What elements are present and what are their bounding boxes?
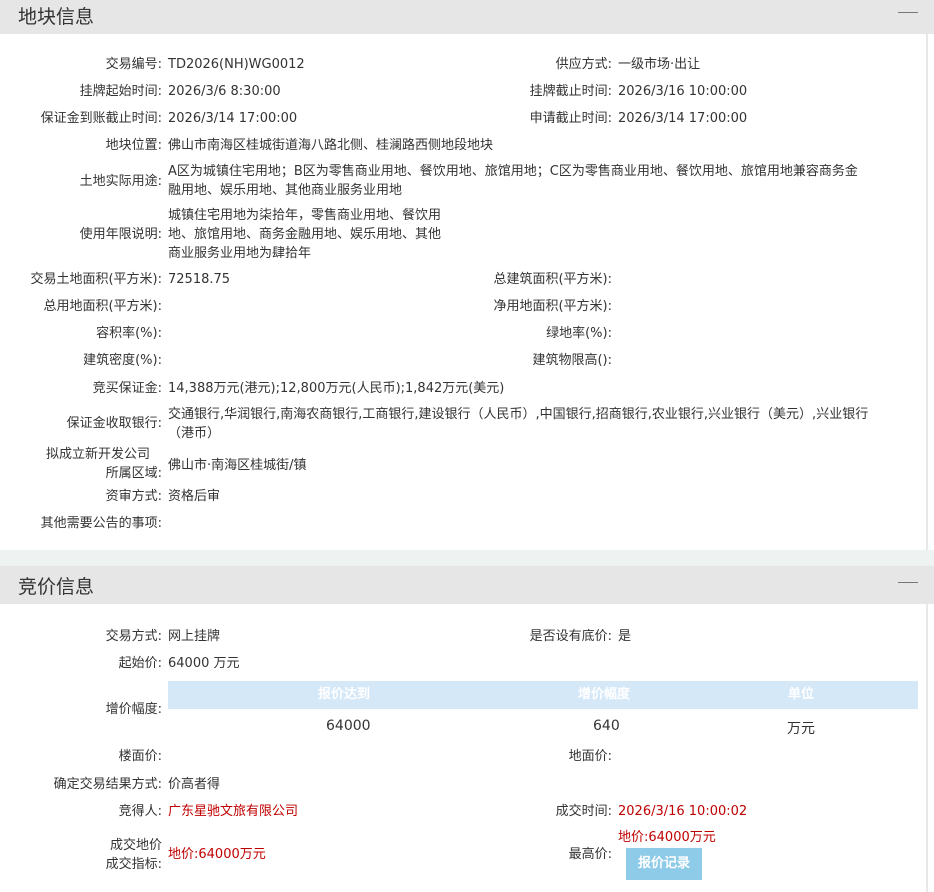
land-area-label: 交易土地面积(平方米): <box>30 272 162 287</box>
list-end-label: 挂牌截止时间: <box>529 84 612 99</box>
table-cell-price: 64000 <box>326 718 371 734</box>
reserve-price-label: 是否设有底价: <box>529 629 612 644</box>
start-price-value: 64000 万元 <box>168 656 240 671</box>
location-label: 地块位置: <box>105 138 162 153</box>
newco-region-value: 佛山市·南海区桂城街/镇 <box>168 458 307 473</box>
winner-label: 竞得人: <box>118 804 162 819</box>
term-value-line2: 地、旅馆用地、商务金融用地、娱乐用地、其他 <box>168 227 442 242</box>
result-method-value: 价高者得 <box>168 777 221 792</box>
collapse-icon[interactable] <box>898 576 918 590</box>
banks-label: 保证金收取银行: <box>66 416 162 431</box>
term-label: 使用年限说明: <box>79 227 162 242</box>
supply-label: 供应方式: <box>555 57 612 72</box>
deal-price-value: 地价:64000万元 <box>168 847 266 862</box>
panel-border <box>926 604 928 892</box>
land-price-label: 地面价: <box>568 749 612 764</box>
usage-value-line1: A区为城镇住宅用地；B区为零售商业用地、餐饮用地、旅馆用地；C区为零售商业用地、… <box>168 164 858 179</box>
term-value-line3: 商业服务业用地为肆拾年 <box>168 246 312 261</box>
banks-value-line1: 交通银行,华润银行,南海农商银行,工商银行,建设银行（人民币）,中国银行,招商银… <box>168 407 869 422</box>
section-header-bid-info: 竞价信息 <box>0 566 934 604</box>
build-area-label: 总建筑面积(平方米): <box>493 272 612 287</box>
floor-price-label: 楼面价: <box>118 749 162 764</box>
usage-value-line2: 融用地、娱乐用地、其他商业服务业用地 <box>168 183 403 198</box>
max-price-label: 最高价: <box>568 847 612 862</box>
net-use-area-label: 净用地面积(平方米): <box>493 299 612 314</box>
newco-label-line2: 所属区域: <box>105 466 162 481</box>
list-start-label: 挂牌起始时间: <box>79 84 162 99</box>
deposit-deadline-value: 2026/3/14 17:00:00 <box>168 111 298 126</box>
review-value: 资格后审 <box>168 489 221 504</box>
deal-price-label-line2: 成交指标: <box>105 857 162 872</box>
review-label: 资审方式: <box>105 489 162 504</box>
start-price-label: 起始价: <box>118 656 162 671</box>
trade-no-label: 交易编号: <box>105 57 162 72</box>
apply-deadline-value: 2026/3/14 17:00:00 <box>618 111 748 126</box>
section-header-land-info: 地块信息 <box>0 0 934 34</box>
result-method-label: 确定交易结果方式: <box>53 777 162 792</box>
table-header-increment: 增价幅度 <box>578 687 631 702</box>
list-start-value: 2026/3/6 8:30:00 <box>168 84 281 99</box>
reserve-price-value: 是 <box>618 629 632 644</box>
height-limit-label: 建筑物限高(): <box>532 353 612 368</box>
bid-record-button[interactable]: 报价记录 <box>626 848 702 880</box>
trade-mode-label: 交易方式: <box>105 629 162 644</box>
table-header-price: 报价达到 <box>318 687 371 702</box>
deposit-deadline-label: 保证金到账截止时间: <box>40 111 162 126</box>
table-row: 64000 640 万元 <box>168 709 918 745</box>
green-rate-label: 绿地率(%): <box>546 326 612 341</box>
supply-value: 一级市场·出让 <box>618 57 701 72</box>
term-value-line1: 城镇住宅用地为柒拾年，零售商业用地、餐饮用 <box>168 208 442 223</box>
trade-mode-value: 网上挂牌 <box>168 629 221 644</box>
section-divider <box>0 550 934 566</box>
table-cell-increment: 640 <box>593 718 620 734</box>
increment-table-header: 报价达到 增价幅度 单位 <box>168 681 918 709</box>
bond-value: 14,388万元(港元);12,800万元(人民币);1,842万元(美元) <box>168 381 505 396</box>
bond-label: 竞买保证金: <box>92 381 162 396</box>
land-area-value: 72518.75 <box>168 272 231 287</box>
deal-time-value: 2026/3/16 10:00:02 <box>618 804 748 819</box>
newco-label-line1: 拟成立新开发公司 <box>45 447 150 462</box>
usage-label: 土地实际用途: <box>79 174 162 189</box>
list-end-value: 2026/3/16 10:00:00 <box>618 84 748 99</box>
collapse-icon[interactable] <box>898 6 918 20</box>
section-title: 竞价信息 <box>18 576 95 598</box>
total-use-area-label: 总用地面积(平方米): <box>43 299 162 314</box>
increment-label: 增价幅度: <box>105 702 162 717</box>
deal-price-label-line1: 成交地价 <box>109 838 162 853</box>
section-title: 地块信息 <box>18 6 95 28</box>
trade-no-value: TD2026(NH)WG0012 <box>168 57 305 72</box>
panel-border <box>926 34 928 550</box>
other-matters-label: 其他需要公告的事项: <box>40 516 162 531</box>
deal-time-label: 成交时间: <box>555 804 612 819</box>
table-cell-unit: 万元 <box>787 721 815 737</box>
banks-value-line2: （港币） <box>168 426 221 441</box>
far-label: 容积率(%): <box>96 326 162 341</box>
location-value: 佛山市南海区桂城街道海八路北侧、桂澜路西侧地段地块 <box>168 138 494 153</box>
apply-deadline-label: 申请截止时间: <box>529 111 612 126</box>
density-label: 建筑密度(%): <box>83 353 162 368</box>
table-header-unit: 单位 <box>788 687 815 702</box>
winner-value: 广东星驰文旅有限公司 <box>168 804 299 819</box>
max-price-value: 地价:64000万元 <box>618 830 716 845</box>
